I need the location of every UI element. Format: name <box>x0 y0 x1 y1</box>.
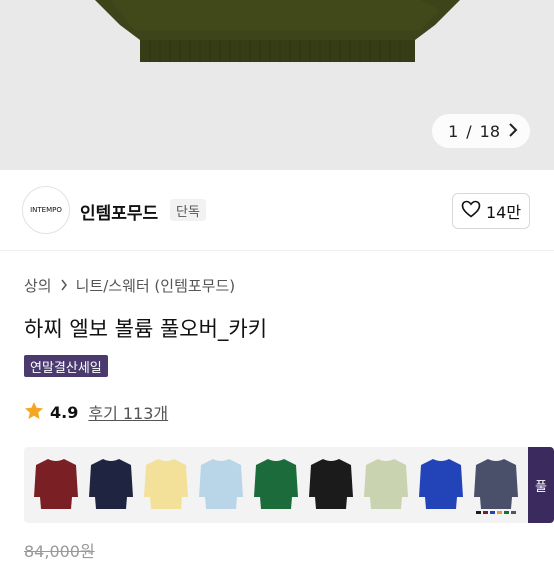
rating-row: 4.9 후기 113개 <box>24 400 168 424</box>
sweater-thumbnail <box>199 459 243 509</box>
image-counter[interactable]: 1 / 18 <box>432 114 530 148</box>
color-option-navy[interactable] <box>87 453 135 515</box>
brand-logo[interactable]: INTEMPO <box>22 186 70 234</box>
breadcrumb-item-category[interactable]: 상의 <box>24 275 52 296</box>
color-dot <box>476 511 481 514</box>
sweater-thumbnail <box>419 459 463 509</box>
sweater-thumbnail <box>474 459 518 514</box>
star-icon <box>24 401 44 424</box>
breadcrumb-item-subcategory[interactable]: 니트/스웨터 (인템포무드) <box>76 275 236 296</box>
color-dot <box>497 511 502 514</box>
sweater-shape <box>419 459 463 509</box>
heart-outline-icon <box>461 200 481 222</box>
breadcrumb: 상의 니트/스웨터 (인템포무드) <box>24 275 235 296</box>
like-count: 14만 <box>485 203 522 222</box>
product-title: 하찌 엘보 볼륨 풀오버_카키 <box>24 317 268 341</box>
sweater-thumbnail <box>144 459 188 509</box>
color-option-sky[interactable] <box>197 453 245 515</box>
color-option-black[interactable] <box>307 453 355 515</box>
more-colors-thumb[interactable]: 풀 <box>528 447 554 523</box>
sweater-thumbnail <box>364 459 408 509</box>
sale-badge: 연말결산세일 <box>24 355 108 377</box>
sweater-shape <box>89 459 133 509</box>
color-dot <box>490 511 495 514</box>
color-dot <box>483 511 488 514</box>
chevron-right-icon[interactable] <box>508 122 518 141</box>
brand-logo-text: INTEMPO <box>30 206 62 214</box>
color-dot <box>511 511 516 514</box>
color-option-green[interactable] <box>252 453 300 515</box>
sweater-shape <box>364 459 408 509</box>
color-options-strip: 풀 <box>24 447 554 523</box>
sweater-shape <box>34 459 78 509</box>
sweater-shape <box>254 459 298 509</box>
color-option-burgundy[interactable] <box>32 453 80 515</box>
image-counter-current: 1 <box>448 121 459 141</box>
color-option-sage[interactable] <box>362 453 410 515</box>
color-option-butter[interactable] <box>142 453 190 515</box>
image-counter-total: 18 <box>479 121 500 141</box>
brand-name[interactable]: 인템포무드 <box>80 199 158 224</box>
original-price: 84,000원 <box>24 542 95 561</box>
color-option-blue[interactable] <box>417 453 465 515</box>
color-option-multi[interactable] <box>472 453 520 515</box>
brand-exclusive-tag: 단독 <box>170 199 206 221</box>
sweater-thumbnail <box>89 459 133 509</box>
sweater-shape <box>309 459 353 509</box>
sweater-shape <box>199 459 243 509</box>
product-image-gallery[interactable]: 1 / 18 <box>0 0 554 170</box>
sweater-shape <box>144 459 188 509</box>
rating-score: 4.9 <box>50 402 79 422</box>
image-counter-separator: / <box>466 121 472 141</box>
more-colors-label: 풀 <box>535 479 547 495</box>
color-dot <box>504 511 509 514</box>
sweater-thumbnail <box>309 459 353 509</box>
sweater-thumbnail <box>254 459 298 509</box>
sweater-shape <box>474 459 518 509</box>
reviews-link[interactable]: 후기 113개 <box>88 400 168 424</box>
sweater-thumbnail <box>34 459 78 509</box>
like-button[interactable]: 14만 <box>452 193 530 229</box>
chevron-right-icon <box>60 277 68 295</box>
